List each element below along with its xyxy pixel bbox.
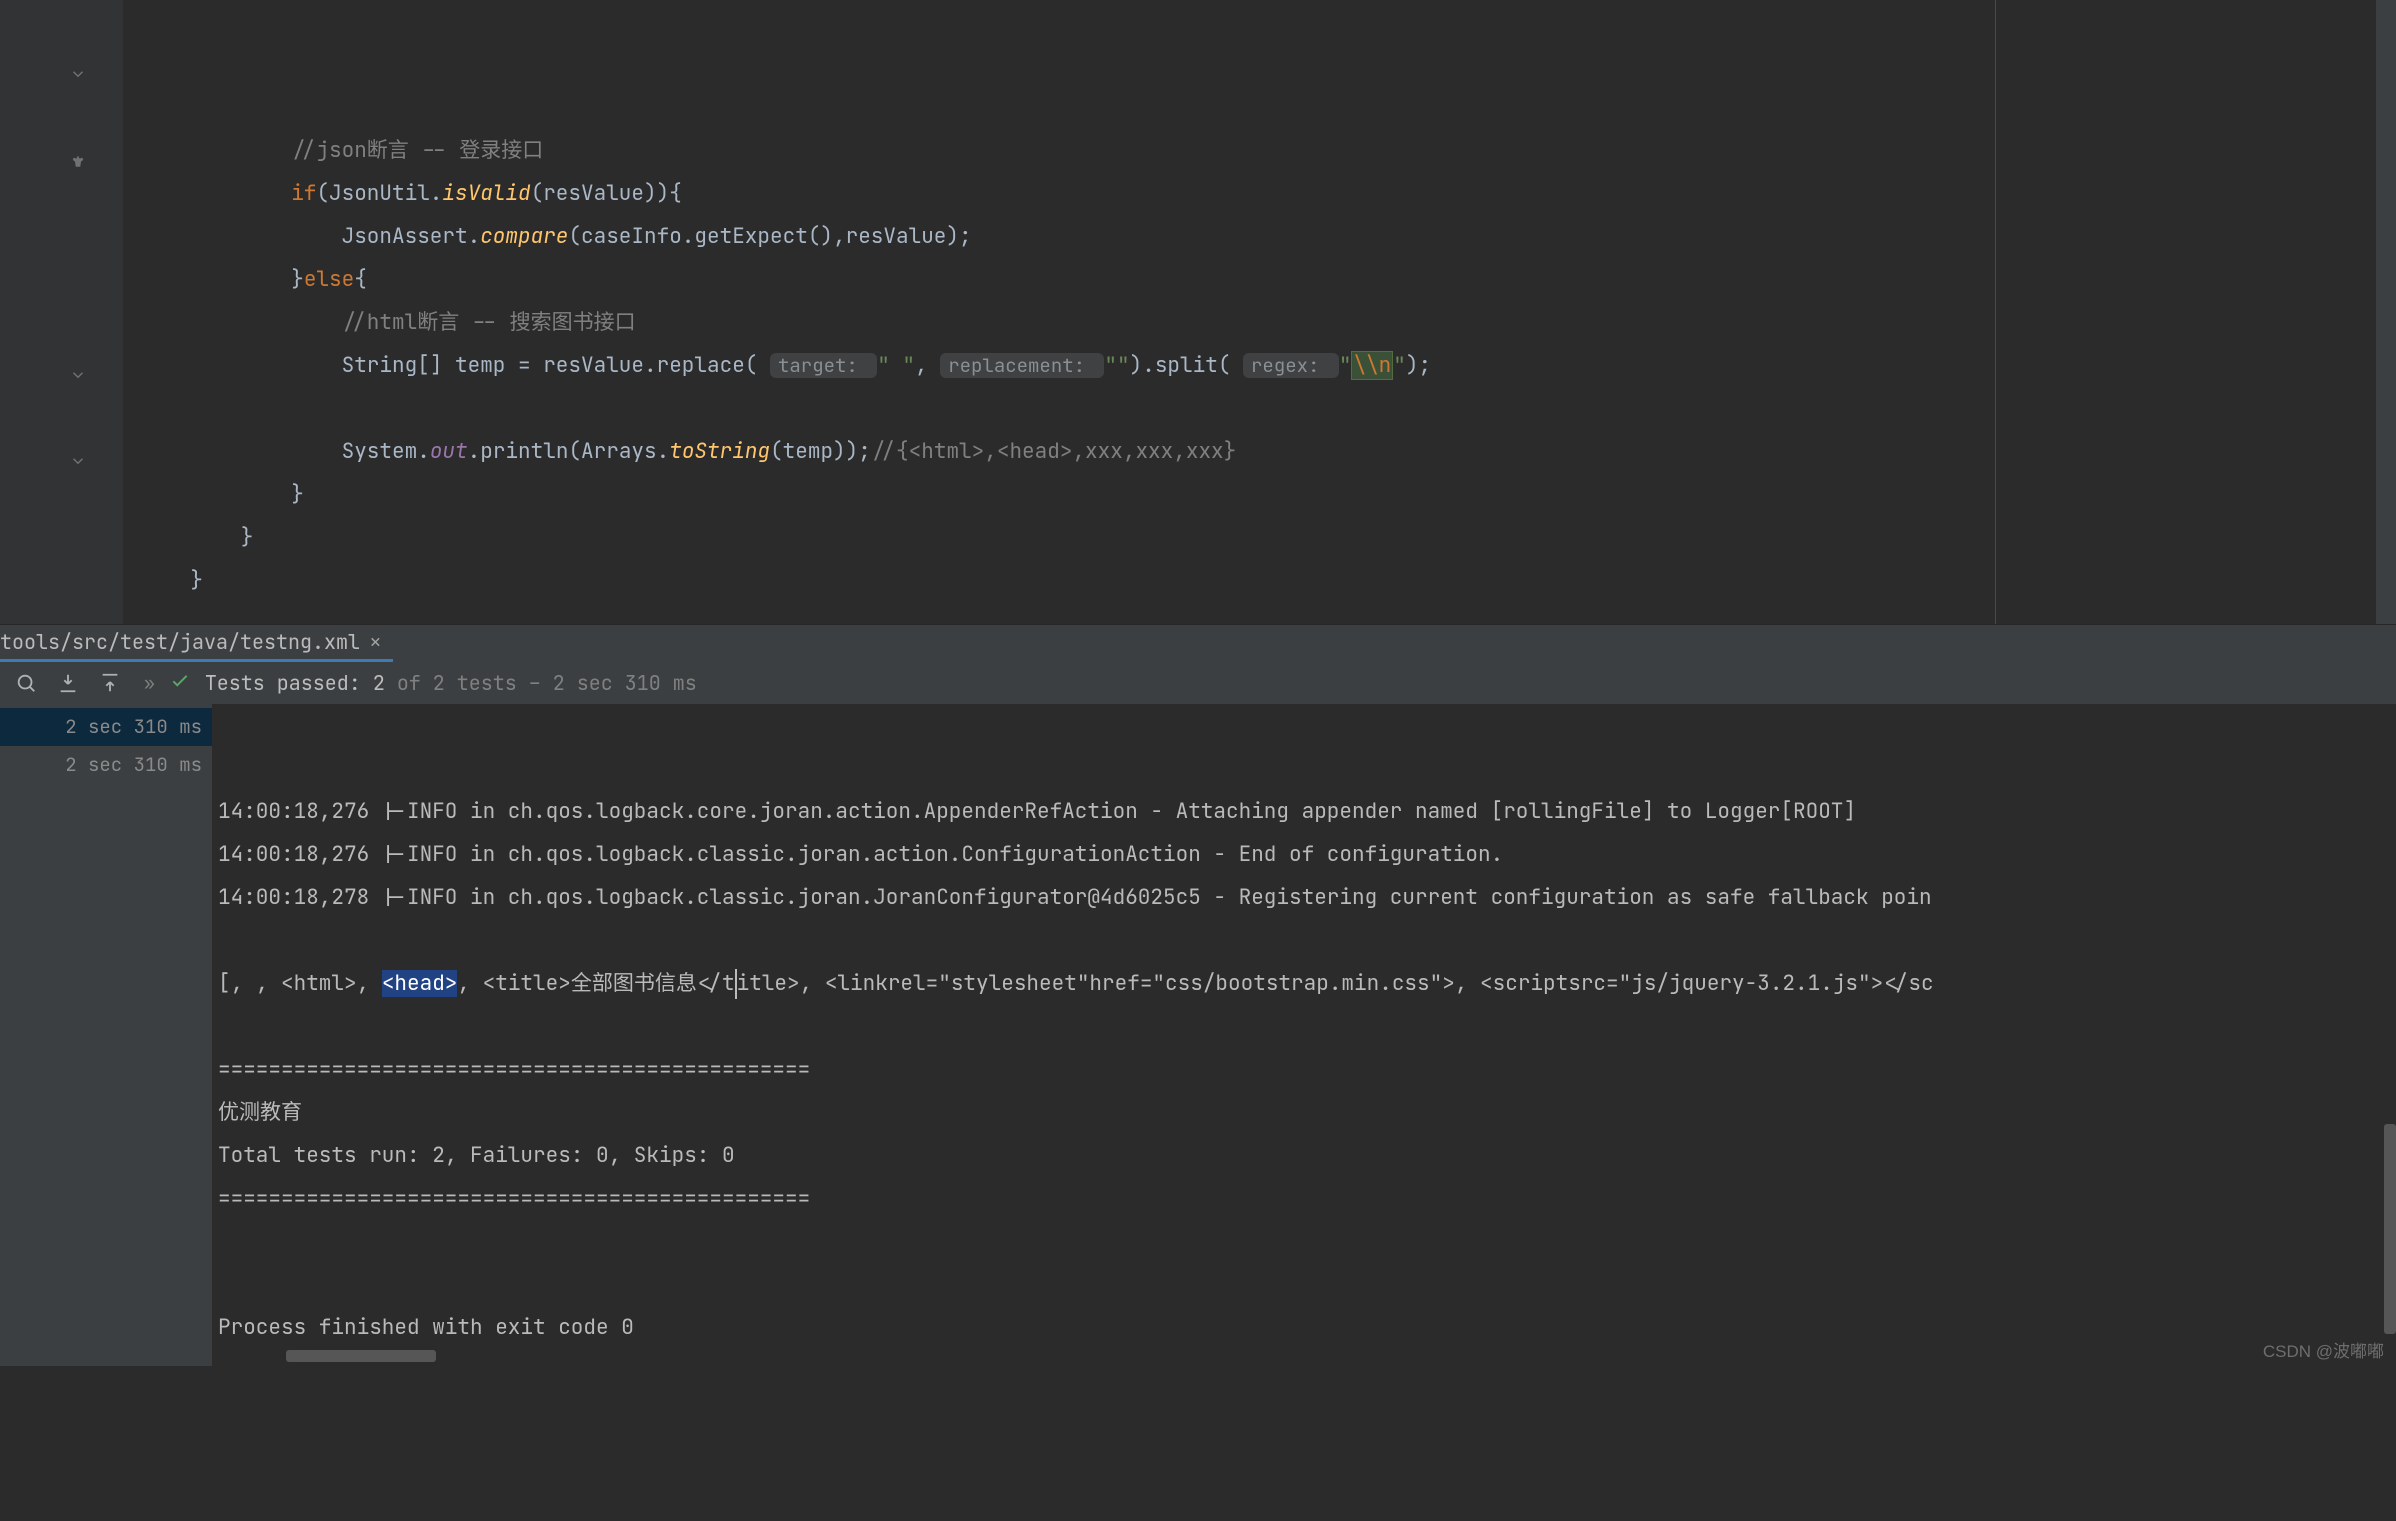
console-line: [218, 919, 2396, 962]
code-line[interactable]: //html断言 -- 搜索图书接口: [124, 301, 2376, 344]
code-line[interactable]: //json断言 -- 登录接口: [124, 129, 2376, 172]
console-line: Process finished with exit code 0: [218, 1306, 2396, 1349]
code-line[interactable]: [124, 387, 2376, 430]
code-line[interactable]: System.out.println(Arrays.toString(temp)…: [124, 430, 2376, 473]
run-config-tab[interactable]: tools/src/test/java/testng.xml ✕: [0, 625, 393, 662]
console-line: [218, 1349, 2396, 1392]
code-line[interactable]: JsonAssert.compare(caseInfo.getExpect(),…: [124, 215, 2376, 258]
console-line: 优测教育: [218, 1091, 2396, 1134]
code-line[interactable]: String[] temp = resValue.replace( target…: [124, 344, 2376, 387]
console-line: Total tests run: 2, Failures: 0, Skips: …: [218, 1134, 2396, 1177]
chevron-right-icon[interactable]: »: [144, 672, 155, 695]
run-config-path: tools/src/test/java/testng.xml: [0, 629, 360, 655]
test-tree-row[interactable]: 2 sec 310 ms: [0, 746, 212, 784]
fold-up-icon[interactable]: [69, 442, 87, 460]
check-icon: [169, 669, 191, 697]
editor-content[interactable]: //json断言 -- 登录接口 if(JsonUtil.isValid(res…: [124, 0, 2376, 624]
console-line: [218, 1005, 2396, 1048]
tests-passed-count: 2: [373, 670, 385, 696]
code-line[interactable]: }else{: [124, 258, 2376, 301]
results-pane: 2 sec 310 ms2 sec 310 ms 14:00:18,276 |-…: [0, 704, 2396, 1366]
horizontal-scrollbar[interactable]: [286, 1350, 436, 1362]
fold-icon[interactable]: [69, 55, 87, 73]
gear-icon[interactable]: [2358, 631, 2382, 661]
console-line: 14:00:18,276 |-INFO in ch.qos.logback.co…: [218, 790, 2396, 833]
console-line: [, , <html>, <head>, <title>全部图书信息</titl…: [218, 962, 2396, 1005]
fold-up-icon[interactable]: [69, 356, 87, 374]
console-selection: <head>: [382, 970, 458, 997]
console-output[interactable]: 14:00:18,276 |-INFO in ch.qos.logback.co…: [212, 704, 2396, 1366]
code-line[interactable]: }: [124, 516, 2376, 559]
code-line[interactable]: }: [124, 559, 2376, 602]
tests-meta: of 2 tests – 2 sec 310 ms: [397, 670, 697, 696]
close-icon[interactable]: ✕: [370, 631, 381, 654]
tests-passed-label: Tests passed:: [205, 670, 361, 696]
code-line[interactable]: if(JsonUtil.isValid(resValue)){: [124, 172, 2376, 215]
editor-gutter[interactable]: [0, 0, 124, 624]
vertical-scrollbar[interactable]: [2384, 1124, 2396, 1334]
test-toolbar: » Tests passed: 2 of 2 tests – 2 sec 310…: [0, 662, 2396, 704]
lamp-icon[interactable]: [69, 141, 87, 159]
console-line: [218, 1220, 2396, 1263]
console-line: ========================================…: [218, 1048, 2396, 1091]
code-editor-pane: //json断言 -- 登录接口 if(JsonUtil.isValid(res…: [0, 0, 2396, 624]
text-caret: [735, 969, 737, 999]
editor-right-rail[interactable]: [2376, 0, 2396, 624]
console-line: 14:00:18,276 |-INFO in ch.qos.logback.cl…: [218, 833, 2396, 876]
watermark: CSDN @波嘟嘟: [2263, 1337, 2384, 1362]
console-line: ========================================…: [218, 1177, 2396, 1220]
console-line: 14:00:18,278 |-INFO in ch.qos.logback.cl…: [218, 876, 2396, 919]
code-line[interactable]: }: [124, 473, 2376, 516]
import-icon[interactable]: [54, 669, 82, 697]
console-line: [218, 1263, 2396, 1306]
test-tree-row[interactable]: 2 sec 310 ms: [0, 708, 212, 746]
run-panel-tabbar: tools/src/test/java/testng.xml ✕: [0, 624, 2396, 662]
rerun-icon[interactable]: [12, 669, 40, 697]
export-icon[interactable]: [96, 669, 124, 697]
test-tree[interactable]: 2 sec 310 ms2 sec 310 ms: [0, 704, 212, 1366]
